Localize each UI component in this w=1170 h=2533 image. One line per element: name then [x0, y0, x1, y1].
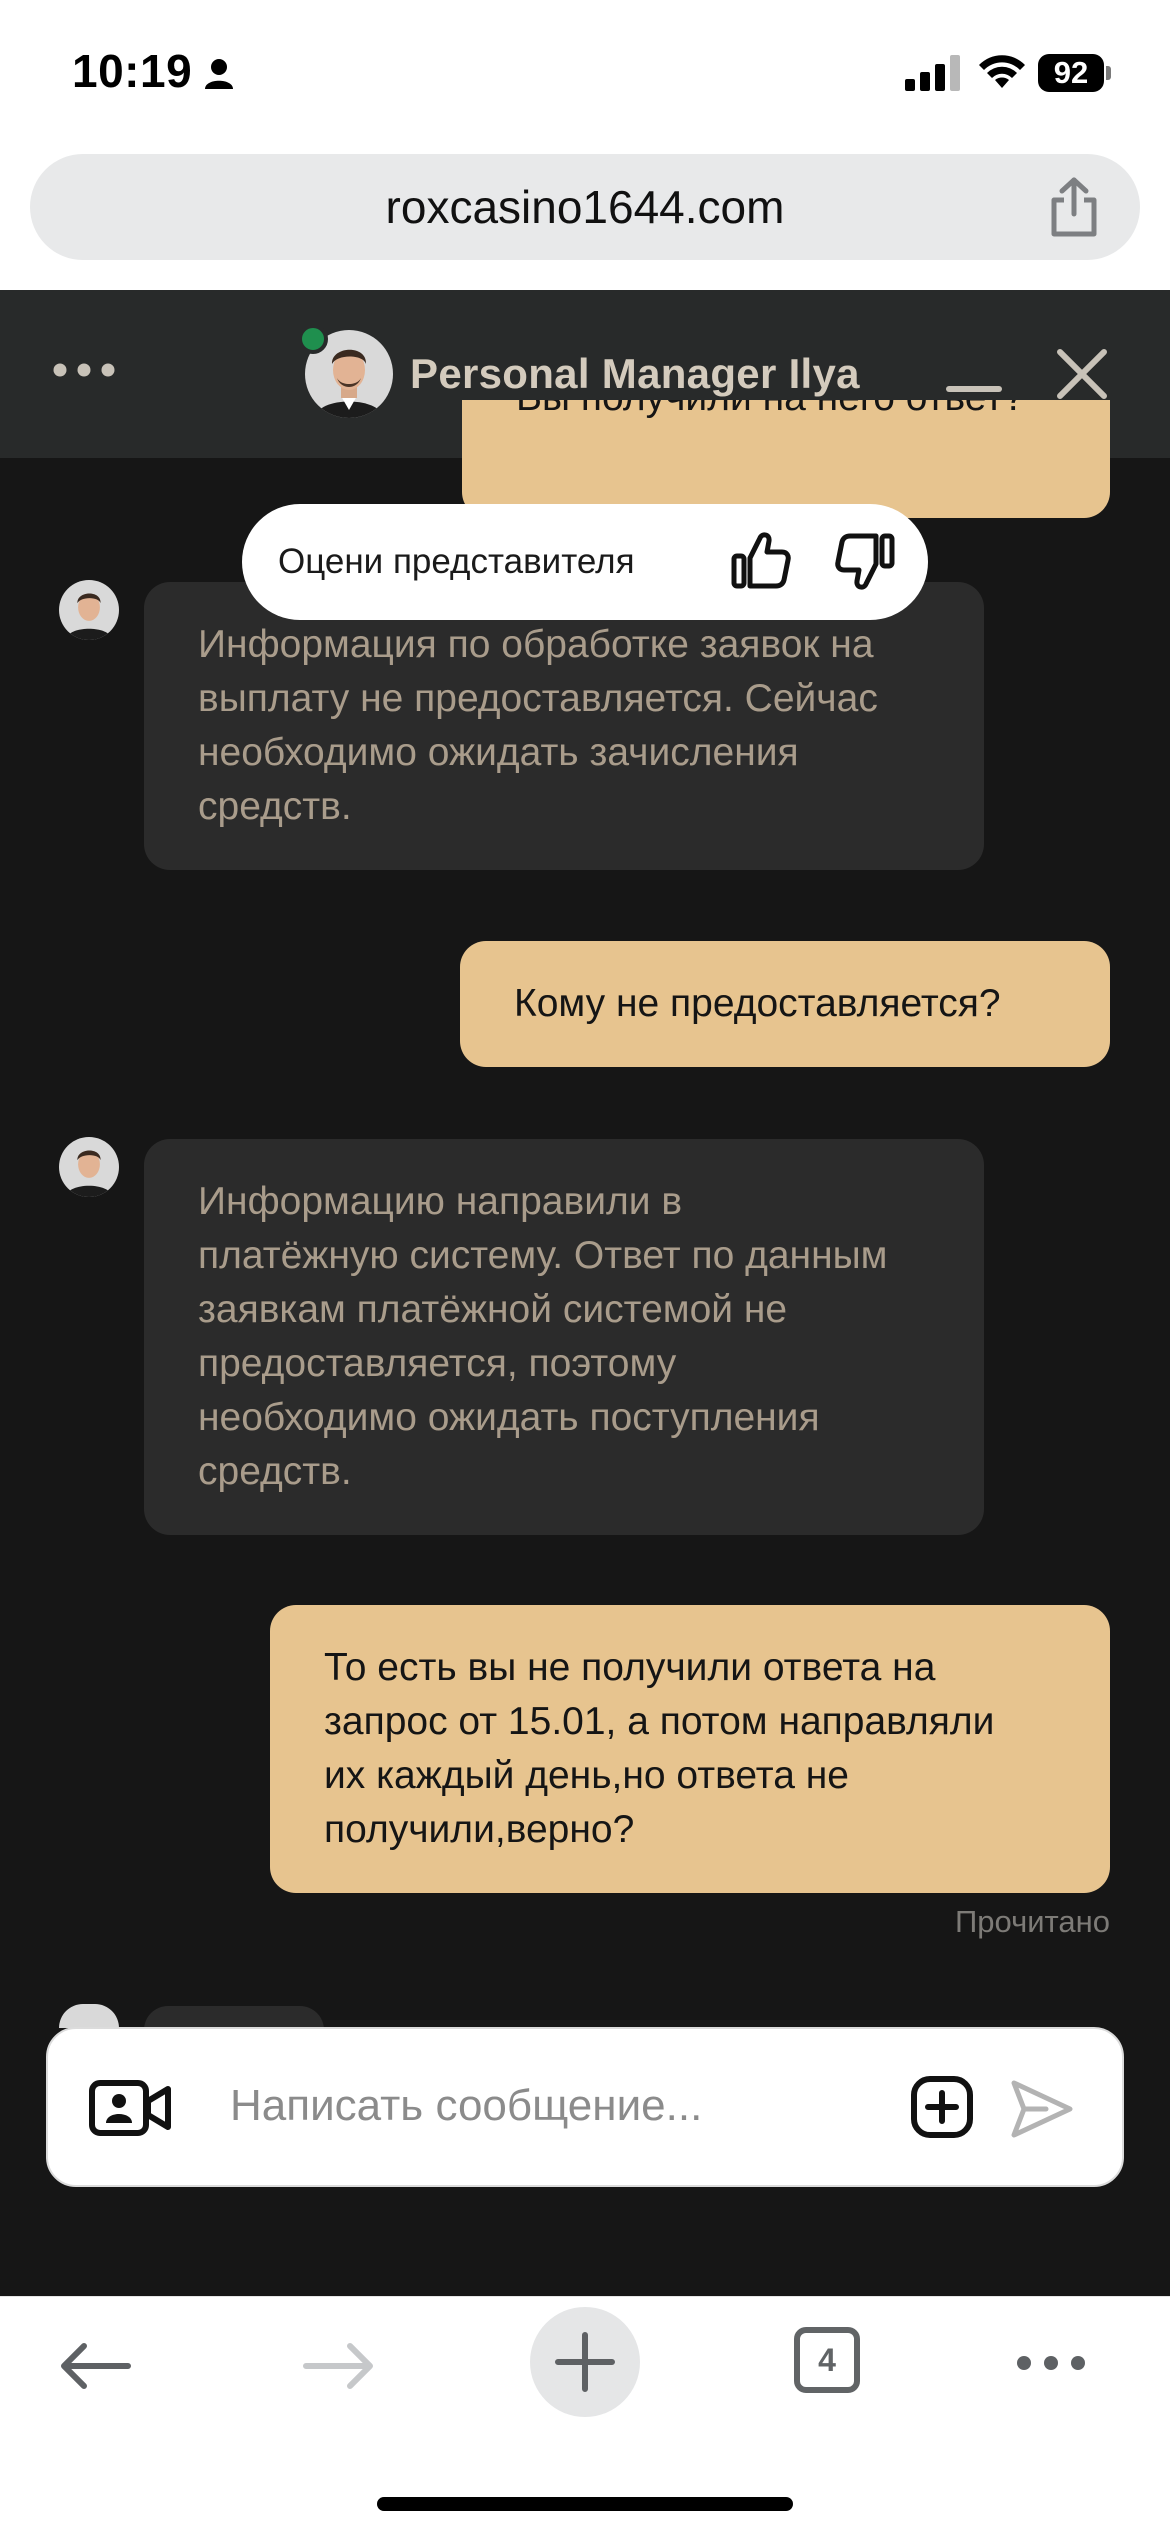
new-tab-button[interactable]: [530, 2307, 640, 2417]
online-status-dot: [298, 324, 328, 354]
status-bar: 10:19 92: [0, 0, 1170, 150]
wifi-icon: [979, 55, 1025, 88]
message-composer: Написать сообщение...: [46, 2027, 1124, 2187]
person-icon: [205, 59, 233, 89]
new-tab-plus-icon: [555, 2332, 615, 2392]
share-icon[interactable]: [1046, 176, 1102, 238]
browser-address-area: roxcasino1644.com: [0, 150, 1170, 290]
message-text: Информацию направили в платёжную систему…: [198, 1180, 888, 1493]
signal-icon: [905, 55, 960, 91]
thumbs-down-icon[interactable]: [832, 528, 898, 594]
more-dots-icon[interactable]: [52, 362, 116, 378]
rating-popup: Оцени представителя: [242, 504, 928, 620]
video-call-icon[interactable]: [88, 2079, 172, 2137]
message-input[interactable]: Написать сообщение...: [230, 2081, 702, 2131]
home-indicator: [377, 2497, 793, 2511]
message-text: Вы получили на него ответ?: [516, 400, 1056, 448]
address-bar[interactable]: roxcasino1644.com: [30, 154, 1140, 260]
close-icon[interactable]: [1056, 348, 1108, 400]
message-bubble-manager: Информацию направили в платёжную систему…: [144, 1139, 984, 1535]
battery-icon: 92: [1038, 54, 1104, 92]
tab-count: 4: [818, 2342, 836, 2378]
message-avatar: [59, 580, 119, 640]
message-text: То есть вы не получили ответа на запрос …: [324, 1646, 995, 1851]
message-text: Кому не предоставляется?: [514, 982, 1001, 1025]
minimize-icon[interactable]: [946, 386, 1002, 392]
more-dots-icon[interactable]: [1016, 2355, 1086, 2371]
read-receipt: Прочитано: [955, 1904, 1110, 1939]
message-avatar: [59, 1137, 119, 1197]
message-bubble-user-partial: Вы получили на него ответ?: [462, 400, 1110, 518]
attach-plus-icon[interactable]: [910, 2075, 974, 2139]
back-arrow-icon[interactable]: [58, 2341, 132, 2391]
send-icon[interactable]: [1010, 2079, 1074, 2139]
message-bubble-user: Кому не предоставляется?: [460, 941, 1110, 1067]
message-text: Информация по обработке заявок на выплат…: [198, 623, 878, 828]
status-time: 10:19: [72, 45, 193, 97]
message-avatar: [59, 2004, 119, 2028]
message-bubble-user: То есть вы не получили ответа на запрос …: [270, 1605, 1110, 1893]
battery-tip: [1106, 66, 1111, 80]
rating-label: Оцени представителя: [278, 542, 635, 581]
url-text[interactable]: roxcasino1644.com: [30, 180, 1140, 234]
battery-level: 92: [1053, 55, 1089, 90]
forward-arrow-icon[interactable]: [302, 2341, 376, 2391]
message-bubble-manager: Информация по обработке заявок на выплат…: [144, 582, 984, 870]
thumbs-up-icon[interactable]: [728, 528, 794, 594]
tabs-icon[interactable]: 4: [794, 2327, 860, 2393]
chat-title: Personal Manager Ilya: [410, 350, 860, 397]
